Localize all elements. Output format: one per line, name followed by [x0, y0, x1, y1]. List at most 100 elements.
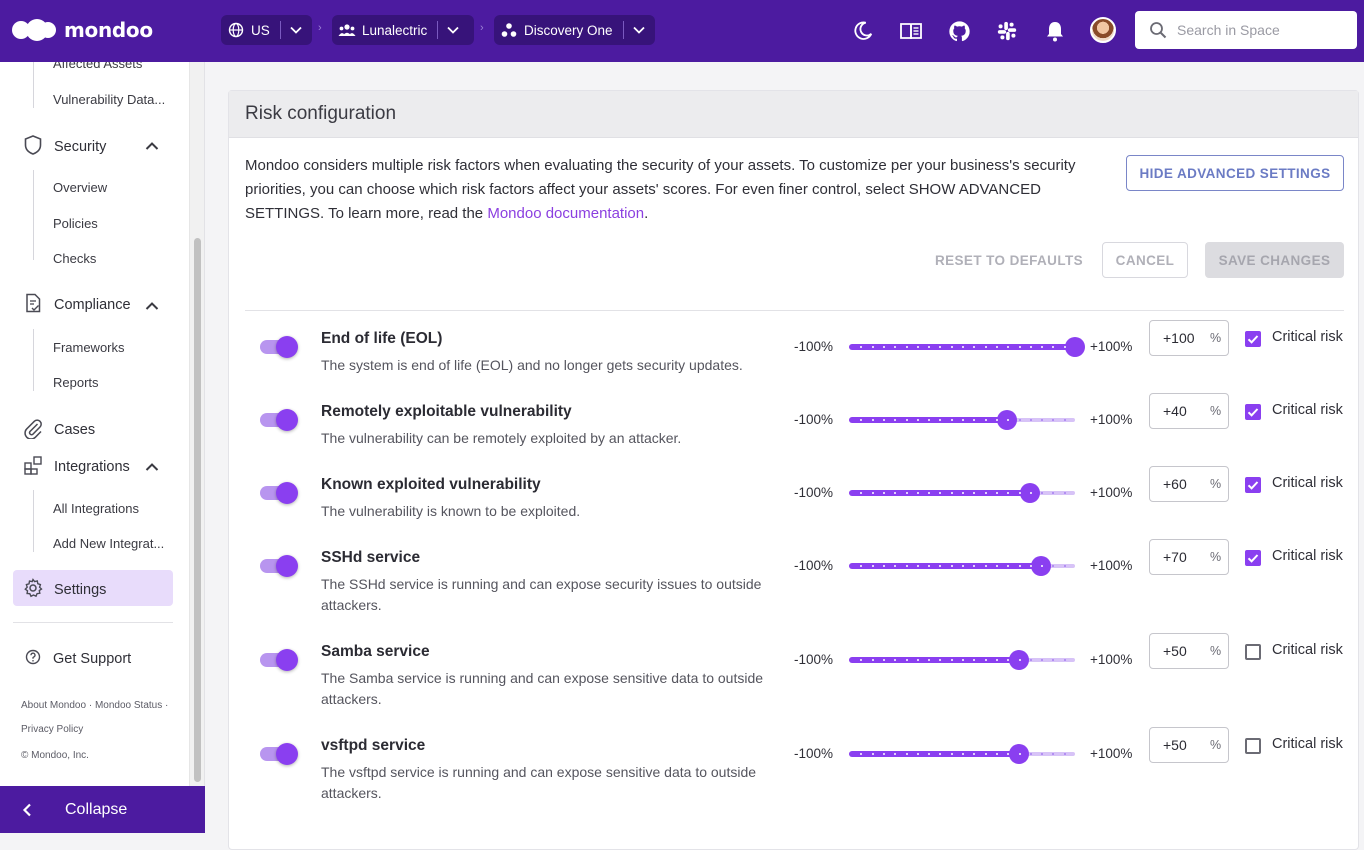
slider-tick-mark [985, 753, 987, 755]
slider-tick-mark [872, 753, 874, 755]
critical-risk-checkbox[interactable] [1245, 331, 1261, 347]
chevron-up-icon[interactable] [145, 459, 159, 477]
risk-factor-toggle[interactable] [260, 409, 298, 431]
slider-tick-mark [962, 659, 964, 661]
reset-to-defaults-button[interactable]: RESET TO DEFAULTS [929, 242, 1089, 278]
sidebar-item-policies[interactable]: Policies [53, 216, 98, 231]
risk-weight-slider[interactable] [849, 337, 1085, 357]
sidebar-item-vulnerability-database[interactable]: Vulnerability Data... [53, 92, 165, 107]
risk-weight-slider[interactable] [849, 483, 1075, 503]
notifications-bell-icon[interactable] [1042, 18, 1068, 44]
sidebar-item-get-support[interactable]: Get Support [25, 649, 131, 669]
sidebar-item-label: Settings [54, 582, 107, 598]
risk-factor-toggle[interactable] [260, 555, 298, 577]
docs-book-icon[interactable] [898, 18, 924, 44]
hide-advanced-settings-button[interactable]: HIDE ADVANCED SETTINGS [1126, 155, 1344, 191]
sidebar-item-cases[interactable]: Cases [22, 417, 95, 443]
critical-risk-checkbox[interactable] [1245, 738, 1261, 754]
risk-weight-input[interactable]: +50 % [1149, 633, 1229, 669]
slider-tick-mark [1030, 419, 1032, 421]
checkmark-icon [1247, 554, 1259, 563]
save-changes-button[interactable]: SAVE CHANGES [1205, 242, 1344, 278]
risk-weight-input[interactable]: +100 % [1149, 320, 1229, 356]
sidebar-section-integrations[interactable]: Integrations [22, 454, 130, 480]
sidebar-item-settings[interactable]: Settings [22, 577, 106, 603]
collapse-sidebar-button[interactable]: Collapse [0, 786, 205, 833]
risk-weight-input[interactable]: +70 % [1149, 539, 1229, 575]
slider-max-label: +100% [1090, 412, 1133, 427]
brand-name: mondoo [64, 18, 153, 42]
sidebar-item-frameworks[interactable]: Frameworks [53, 340, 125, 355]
chevron-down-icon[interactable] [624, 26, 654, 34]
chevron-down-icon[interactable] [438, 26, 468, 34]
chevron-up-icon[interactable] [145, 298, 159, 316]
sidebar-section-security[interactable]: Security [22, 134, 106, 160]
risk-factor-toggle[interactable] [260, 482, 298, 504]
slider-tick-mark [883, 659, 885, 661]
region-selector[interactable]: US [221, 15, 312, 45]
risk-weight-input[interactable]: +40 % [1149, 393, 1229, 429]
slider-tick-mark [1064, 659, 1066, 661]
github-icon[interactable] [946, 18, 972, 44]
critical-risk-checkbox[interactable] [1245, 550, 1261, 566]
risk-weight-value: +70 [1163, 549, 1187, 565]
slider-thumb[interactable] [1065, 337, 1085, 357]
region-label: US [251, 22, 270, 38]
sidebar-scrollbar-thumb[interactable] [194, 238, 201, 782]
sidebar-scrollbar[interactable] [189, 62, 204, 786]
critical-risk-checkbox[interactable] [1245, 644, 1261, 660]
status-link[interactable]: Mondoo Status [95, 700, 162, 711]
space-label: Discovery One [524, 22, 613, 38]
toggle-knob [276, 482, 298, 504]
documentation-link[interactable]: Mondoo documentation [487, 205, 644, 222]
cancel-button[interactable]: CANCEL [1102, 242, 1188, 278]
risk-weight-slider[interactable] [849, 410, 1075, 430]
risk-factor-description: The Samba service is running and can exp… [321, 670, 764, 707]
slider-tick-mark [1019, 753, 1021, 755]
dark-mode-icon[interactable] [850, 18, 876, 44]
risk-weight-slider[interactable] [849, 650, 1075, 670]
sidebar-item-checks[interactable]: Checks [53, 251, 96, 266]
sidebar-section-compliance[interactable]: Compliance [22, 292, 131, 318]
risk-factor-toggle[interactable] [260, 649, 298, 671]
slack-icon[interactable] [994, 18, 1020, 44]
slider-tick-mark [973, 419, 975, 421]
slider-tick-mark [1052, 346, 1054, 348]
slider-tick-mark [906, 659, 908, 661]
slider-tick-mark [973, 565, 975, 567]
sidebar-item-overview[interactable]: Overview [53, 180, 107, 195]
sidebar-item-add-new-integration[interactable]: Add New Integrat... [53, 536, 164, 551]
chevron-down-icon[interactable] [281, 26, 311, 34]
sidebar: Affected Assets Vulnerability Data... Se… [0, 62, 205, 833]
risk-weight-slider[interactable] [849, 556, 1075, 576]
risk-factor-toggle[interactable] [260, 336, 298, 358]
risk-factor-title: Known exploited vulnerability [321, 476, 541, 493]
slider-tick-mark [860, 753, 862, 755]
organization-selector[interactable]: Lunalectric [332, 15, 474, 45]
risk-factor-toggle[interactable] [260, 743, 298, 765]
sidebar-item-all-integrations[interactable]: All Integrations [53, 501, 139, 516]
about-link[interactable]: About Mondoo [21, 700, 86, 711]
space-selector[interactable]: Discovery One [494, 15, 655, 45]
chevron-up-icon[interactable] [145, 138, 159, 156]
slider-tick-mark [985, 346, 987, 348]
privacy-link[interactable]: Privacy Policy [21, 724, 83, 735]
slider-tick-mark [962, 753, 964, 755]
slider-tick-mark [996, 753, 998, 755]
slider-tick-mark [1019, 565, 1021, 567]
sidebar-section-label: Compliance [54, 297, 131, 313]
critical-risk-checkbox[interactable] [1245, 477, 1261, 493]
slider-tick-mark [962, 346, 964, 348]
sidebar-item-reports[interactable]: Reports [53, 375, 99, 390]
user-avatar[interactable] [1090, 17, 1116, 43]
risk-weight-input[interactable]: +60 % [1149, 466, 1229, 502]
slider-tick-mark [939, 565, 941, 567]
risk-factor-title: vsftpd service [321, 737, 426, 754]
risk-factor-title: Samba service [321, 643, 430, 660]
mondoo-logo[interactable]: mondoo [12, 17, 153, 43]
sidebar-item-affected-assets[interactable]: Affected Assets [53, 62, 142, 71]
search-input[interactable]: Search in Space [1135, 11, 1357, 49]
risk-weight-input[interactable]: +50 % [1149, 727, 1229, 763]
critical-risk-checkbox[interactable] [1245, 404, 1261, 420]
risk-weight-slider[interactable] [849, 744, 1075, 764]
